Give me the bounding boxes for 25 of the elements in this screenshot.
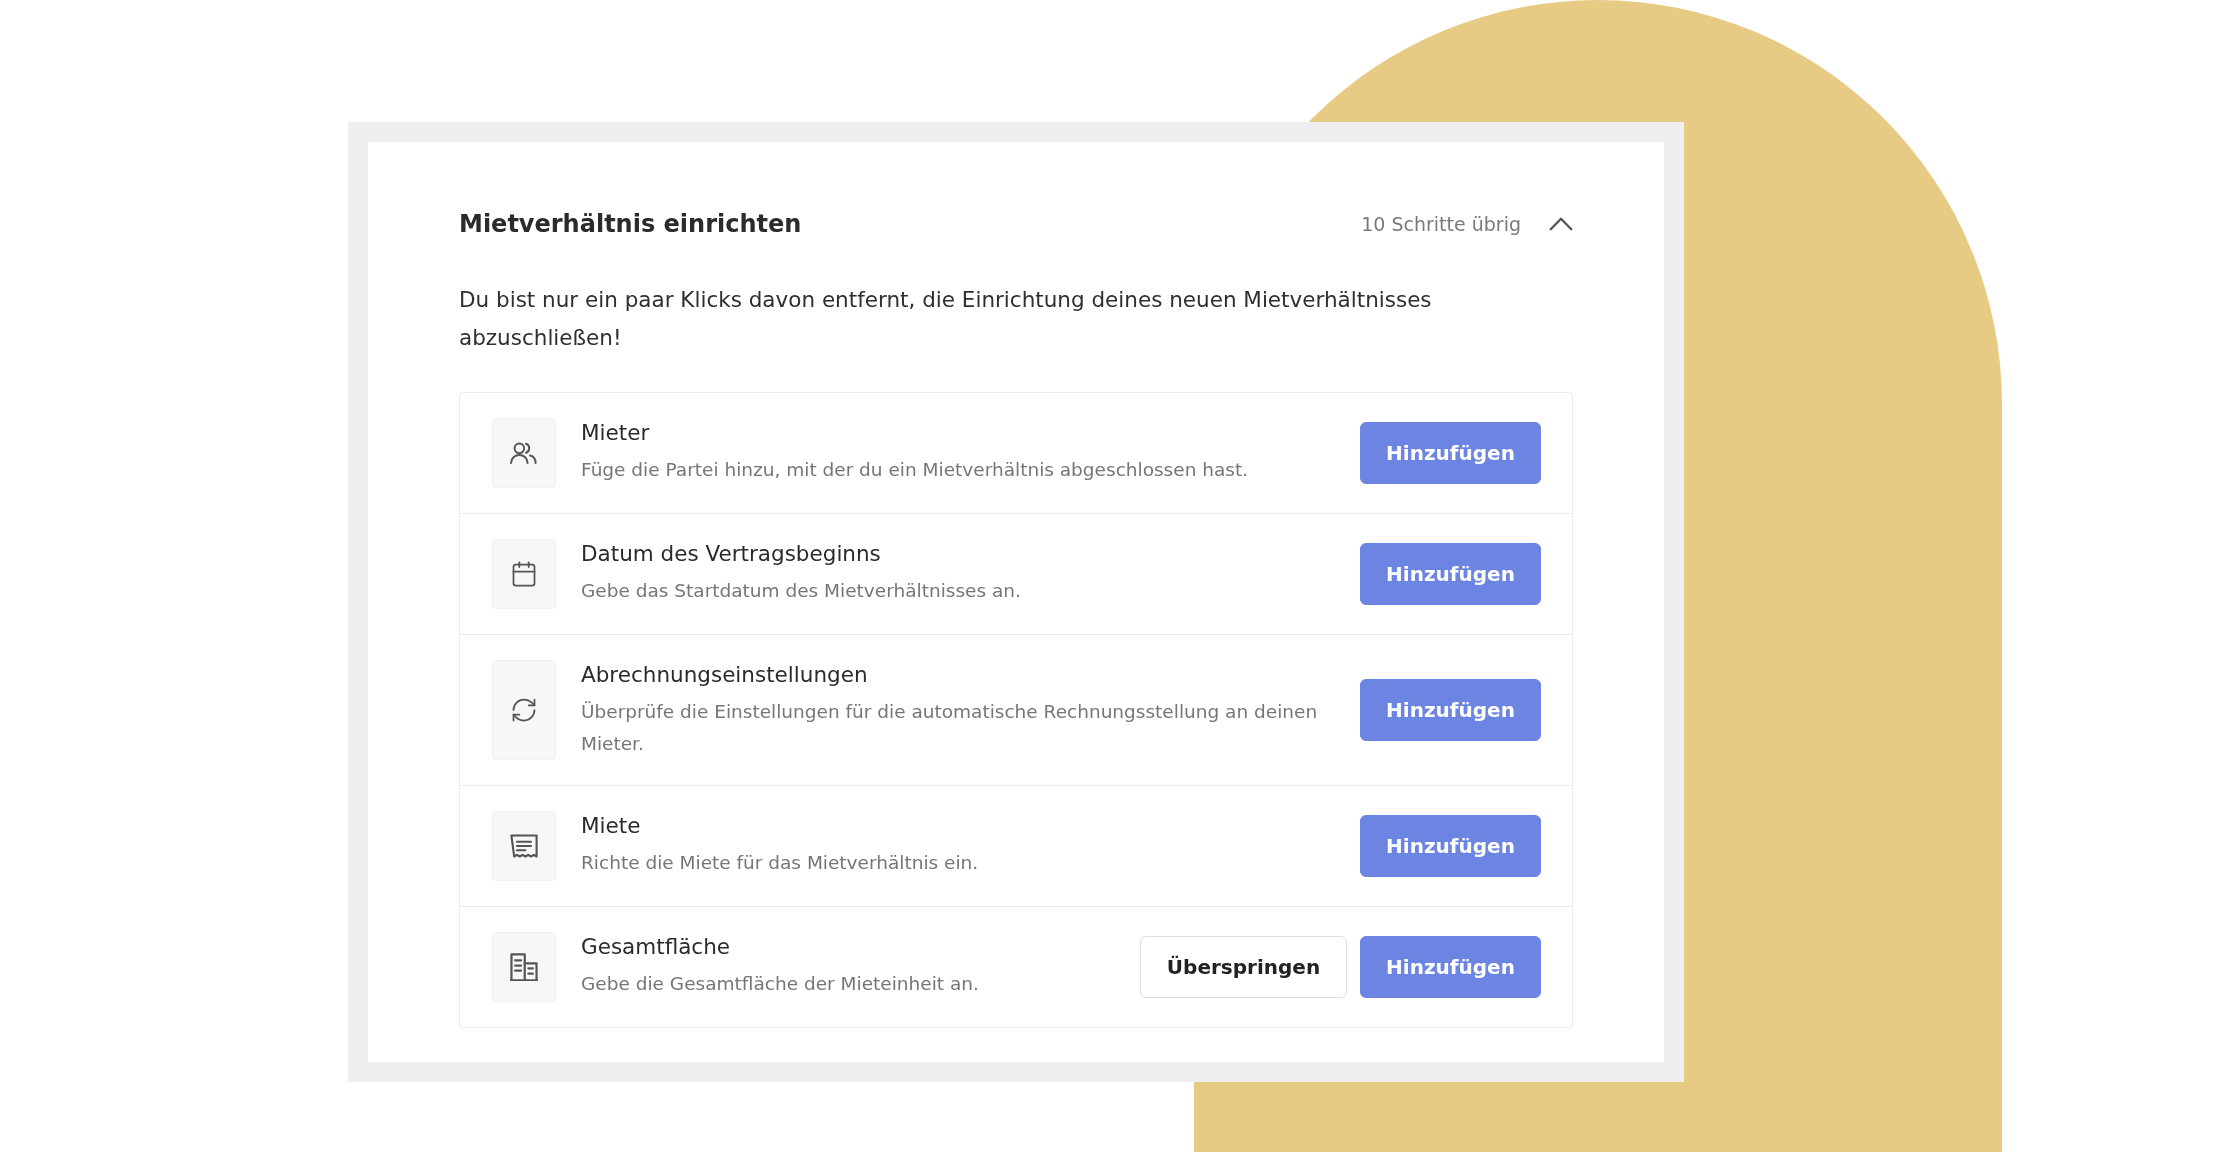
people-icon <box>492 418 556 488</box>
add-button[interactable]: Hinzufügen <box>1360 936 1541 998</box>
step-title: Abrechnungseinstellungen <box>581 661 869 689</box>
building-icon <box>492 932 556 1002</box>
add-button[interactable]: Hinzufügen <box>1360 815 1541 877</box>
add-button[interactable]: Hinzufügen <box>1360 543 1541 605</box>
step-description: Überprüfe die Einstellungen für die automatische Rechnungsstellung an deinen Mieter. <box>581 700 1319 756</box>
chevron-up-icon[interactable] <box>1549 217 1573 231</box>
step-title: Gesamtfläche <box>581 933 732 961</box>
step-title: Mieter <box>581 419 651 447</box>
calendar-icon <box>492 539 556 609</box>
card-title: Mietverhältnis einrichten <box>459 209 802 240</box>
skip-button[interactable]: Überspringen <box>1140 936 1347 998</box>
add-button[interactable]: Hinzufügen <box>1360 422 1541 484</box>
step-description: Gebe das Startdatum des Mietverhältnisses an. <box>581 579 1022 603</box>
steps-remaining: 10 Schritte übrig <box>1361 213 1521 235</box>
step-description: Richte die Miete für das Mietverhältnis ein. <box>581 851 980 875</box>
add-button[interactable]: Hinzufügen <box>1360 679 1541 741</box>
step-description: Füge die Partei hinzu, mit der du ein Mietverhältnis abgeschlossen hast. <box>581 458 1250 482</box>
receipt-icon <box>492 811 556 881</box>
step-title: Datum des Vertragsbeginns <box>581 540 882 568</box>
refresh-icon <box>492 660 556 760</box>
step-description: Gebe die Gesamtfläche der Mieteinheit an. <box>581 972 980 996</box>
intro-text: Du bist nur ein paar Klicks davon entfernt, die Einrichtung deines neuen Mietverhältnisses abzuschließen! <box>459 286 1433 352</box>
step-title: Miete <box>581 812 642 840</box>
